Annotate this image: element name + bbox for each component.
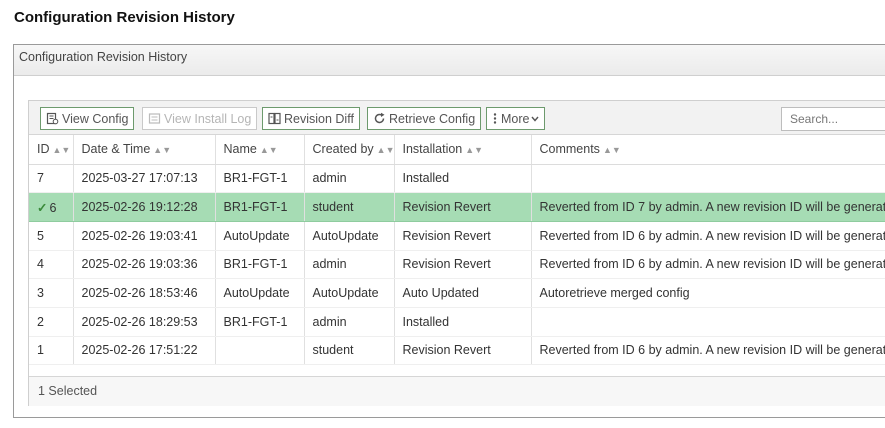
table-row[interactable]: 1 2025-02-26 17:51:22 student Revision R… bbox=[29, 336, 885, 366]
selected-count: 1 Selected bbox=[38, 384, 98, 398]
search-input[interactable]: Search... bbox=[781, 107, 885, 131]
cell-comments: Reverted from ID 6 by admin. A new revis… bbox=[531, 336, 885, 366]
revision-diff-label: Revision Diff bbox=[284, 111, 354, 126]
cell-name bbox=[215, 336, 305, 366]
table-row-selected[interactable]: ✓ 6 2025-02-26 19:12:28 BR1-FGT-1 student… bbox=[29, 192, 885, 222]
cell-created-by: admin bbox=[304, 250, 395, 280]
column-header-id[interactable]: ID ▲▼ bbox=[29, 135, 74, 165]
cell-created-by: student bbox=[304, 192, 395, 222]
cell-created-by: AutoUpdate bbox=[304, 221, 395, 251]
column-header-created-by[interactable]: Created by ▲▼ bbox=[304, 135, 395, 165]
more-vertical-icon bbox=[492, 112, 498, 125]
table-row[interactable]: 3 2025-02-26 18:53:46 AutoUpdate AutoUpd… bbox=[29, 278, 885, 308]
install-log-icon bbox=[148, 112, 161, 125]
cell-datetime: 2025-02-26 19:12:28 bbox=[73, 192, 216, 222]
toolbar: View Config View Install Log Revision Di… bbox=[29, 101, 885, 135]
revision-diff-button[interactable]: Revision Diff bbox=[262, 107, 360, 130]
more-label: More bbox=[501, 111, 530, 126]
cell-datetime: 2025-02-26 18:29:53 bbox=[73, 307, 216, 337]
view-config-button[interactable]: View Config bbox=[40, 107, 135, 130]
cell-comments: Reverted from ID 6 by admin. A new revis… bbox=[531, 250, 885, 280]
table-header-row: ID ▲▼ Date & Time ▲▼ Name ▲▼ Created by ▲▼ I… bbox=[29, 135, 885, 165]
cell-installation: Revision Revert bbox=[394, 336, 532, 366]
cell-created-by: admin bbox=[304, 164, 395, 194]
cell-name: BR1-FGT-1 bbox=[215, 250, 305, 280]
cell-name: BR1-FGT-1 bbox=[215, 192, 305, 222]
retrieve-config-button[interactable]: Retrieve Config bbox=[367, 107, 482, 130]
cell-name: AutoUpdate bbox=[215, 278, 305, 308]
cell-id: 1 bbox=[29, 336, 74, 366]
cell-installation: Installed bbox=[394, 164, 532, 194]
view-config-icon bbox=[46, 112, 59, 125]
column-header-comments[interactable]: Comments ▲▼ bbox=[531, 135, 885, 165]
sort-icon: ▲▼ bbox=[52, 145, 71, 156]
cell-name: BR1-FGT-1 bbox=[215, 307, 305, 337]
table-row[interactable]: 7 2025-03-27 17:07:13 BR1-FGT-1 admin In… bbox=[29, 164, 885, 194]
sort-icon: ▲▼ bbox=[259, 145, 278, 156]
cell-created-by: AutoUpdate bbox=[304, 278, 395, 308]
cell-id: 4 bbox=[29, 250, 74, 280]
column-header-installation[interactable]: Installation ▲▼ bbox=[394, 135, 532, 165]
revision-table-container: View Config View Install Log Revision Di… bbox=[28, 100, 885, 406]
column-header-name[interactable]: Name ▲▼ bbox=[215, 135, 305, 165]
cell-installation: Revision Revert bbox=[394, 250, 532, 280]
chevron-down-icon bbox=[531, 116, 540, 122]
cell-comments: Autoretrieve merged config bbox=[531, 278, 885, 308]
cell-comments: Reverted from ID 7 by admin. A new revis… bbox=[531, 192, 885, 222]
cell-installation: Revision Revert bbox=[394, 221, 532, 251]
cell-installation: Installed bbox=[394, 307, 532, 337]
sort-icon: ▲▼ bbox=[602, 145, 621, 156]
view-config-label: View Config bbox=[62, 111, 129, 126]
cell-datetime: 2025-02-26 18:53:46 bbox=[73, 278, 216, 308]
sort-icon: ▲▼ bbox=[465, 145, 484, 156]
cell-comments: Reverted from ID 6 by admin. A new revis… bbox=[531, 221, 885, 251]
checkmark-icon: ✓ bbox=[37, 200, 48, 215]
table-footer: 1 Selected bbox=[29, 376, 885, 406]
cell-name: BR1-FGT-1 bbox=[215, 164, 305, 194]
revision-diff-icon bbox=[268, 112, 281, 125]
cell-installation: Auto Updated bbox=[394, 278, 532, 308]
cell-installation: Revision Revert bbox=[394, 192, 532, 222]
column-header-datetime[interactable]: Date & Time ▲▼ bbox=[73, 135, 216, 165]
panel-header: Configuration Revision History bbox=[14, 45, 885, 76]
revision-table: ID ▲▼ Date & Time ▲▼ Name ▲▼ Created by ▲▼ I… bbox=[29, 135, 885, 366]
cell-id: 2 bbox=[29, 307, 74, 337]
view-install-log-label: View Install Log bbox=[164, 111, 252, 126]
cell-id: 3 bbox=[29, 278, 74, 308]
sort-icon: ▲▼ bbox=[376, 145, 394, 156]
cell-datetime: 2025-03-27 17:07:13 bbox=[73, 164, 216, 194]
table-row[interactable]: 4 2025-02-26 19:03:36 BR1-FGT-1 admin Re… bbox=[29, 250, 885, 280]
cell-name: AutoUpdate bbox=[215, 221, 305, 251]
cell-datetime: 2025-02-26 19:03:41 bbox=[73, 221, 216, 251]
table-row[interactable]: 5 2025-02-26 19:03:41 AutoUpdate AutoUpd… bbox=[29, 221, 885, 251]
cell-id: ✓ 6 bbox=[29, 192, 74, 222]
cell-created-by: admin bbox=[304, 307, 395, 337]
cell-created-by: student bbox=[304, 336, 395, 366]
page-title: Configuration Revision History bbox=[14, 9, 235, 26]
table-row[interactable]: 2 2025-02-26 18:29:53 BR1-FGT-1 admin In… bbox=[29, 307, 885, 337]
cell-comments bbox=[531, 164, 885, 194]
more-dropdown-button[interactable]: More bbox=[486, 107, 546, 130]
search-placeholder: Search... bbox=[790, 112, 839, 126]
view-install-log-button[interactable]: View Install Log bbox=[142, 107, 258, 130]
revision-history-panel: Configuration Revision History View Conf… bbox=[13, 44, 885, 418]
retrieve-config-label: Retrieve Config bbox=[389, 111, 476, 126]
cell-datetime: 2025-02-26 17:51:22 bbox=[73, 336, 216, 366]
sort-icon: ▲▼ bbox=[153, 145, 172, 156]
cell-id: 7 bbox=[29, 164, 74, 194]
refresh-icon bbox=[373, 112, 386, 125]
cell-datetime: 2025-02-26 19:03:36 bbox=[73, 250, 216, 280]
cell-comments bbox=[531, 307, 885, 337]
cell-id: 5 bbox=[29, 221, 74, 251]
